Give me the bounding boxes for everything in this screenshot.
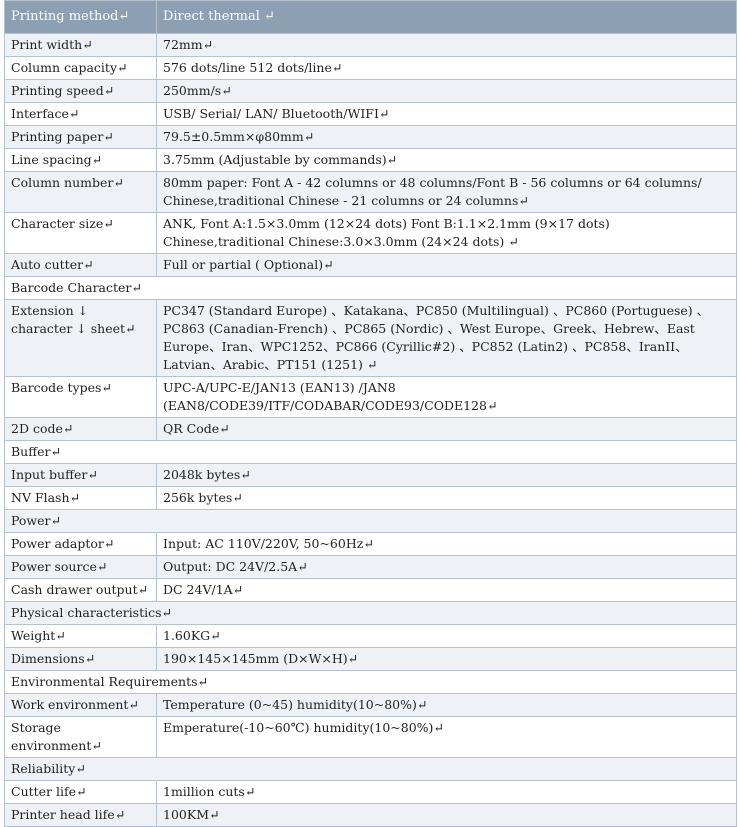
row-label: Weight↵ — [4, 624, 157, 648]
row-label: Cutter life↵ — [4, 780, 157, 804]
row-value: DC 24V/1A↵ — [156, 578, 737, 602]
row-value: PC347 (Standard Europe) 、Katakana、PC850 … — [156, 299, 737, 377]
spec-row: Cutter life↵ 1million cuts↵ — [4, 780, 737, 804]
row-value: 190×145×145mm (D×W×H)↵ — [156, 647, 737, 671]
section-row: Barcode Character↵ — [4, 276, 737, 300]
row-value: Full or partial ( Optional)↵ — [156, 253, 737, 277]
row-value: UPC-A/UPC-E/JAN13 (EAN13) /JAN8 (EAN8/CO… — [156, 376, 737, 418]
row-label: Print width↵ — [4, 33, 157, 57]
row-label: Character size↵ — [4, 212, 157, 254]
spec-row: Printing paper↵ 79.5±0.5mm×φ80mm↵ — [4, 125, 737, 149]
row-value: 576 dots/line 512 dots/line↵ — [156, 56, 737, 80]
spec-row: NV Flash↵ 256k bytes↵ — [4, 486, 737, 510]
row-label: Line spacing↵ — [4, 148, 157, 172]
row-label: Extension ↓ character ↓ sheet↵ — [4, 299, 157, 377]
row-label: Printing speed↵ — [4, 79, 157, 103]
row-value: Input: AC 110V/220V, 50~60Hz↵ — [156, 532, 737, 556]
section-row: Reliability↵ — [4, 757, 737, 781]
row-value: 256k bytes↵ — [156, 486, 737, 510]
row-value: Emperature(-10~60℃) humidity(10~80%)↵ — [156, 716, 737, 758]
header-label: Printing method↵ — [4, 0, 157, 34]
spec-row: Printer head life↵ 100KM↵ — [4, 803, 737, 827]
section-title: Physical characteristics↵ — [4, 601, 737, 625]
spec-row: 2D code↵ QR Code↵ — [4, 417, 737, 441]
row-label: Power adaptor↵ — [4, 532, 157, 556]
row-value: 1million cuts↵ — [156, 780, 737, 804]
row-label: Interface↵ — [4, 102, 157, 126]
row-value: 3.75mm (Adjustable by commands)↵ — [156, 148, 737, 172]
header-value: Direct thermal ↵ — [156, 0, 737, 34]
spec-row: Interface↵ USB/ Serial/ LAN/ Bluetooth/W… — [4, 102, 737, 126]
row-value: 79.5±0.5mm×φ80mm↵ — [156, 125, 737, 149]
spec-row: Column number↵ 80mm paper: Font A - 42 c… — [4, 171, 737, 213]
row-value: Temperature (0~45) humidity(10~80%)↵ — [156, 693, 737, 717]
section-title: Buffer↵ — [4, 440, 737, 464]
spec-row: Power adaptor↵ Input: AC 110V/220V, 50~6… — [4, 532, 737, 556]
row-value: USB/ Serial/ LAN/ Bluetooth/WIFI↵ — [156, 102, 737, 126]
row-value: 72mm↵ — [156, 33, 737, 57]
spec-row: Cash drawer output↵ DC 24V/1A↵ — [4, 578, 737, 602]
row-label: Barcode types↵ — [4, 376, 157, 418]
row-label: Auto cutter↵ — [4, 253, 157, 277]
header-row: Printing method↵ Direct thermal ↵ — [4, 0, 737, 34]
row-label: Column capacity↵ — [4, 56, 157, 80]
row-label: Cash drawer output↵ — [4, 578, 157, 602]
spec-row: Extension ↓ character ↓ sheet↵ PC347 (St… — [4, 299, 737, 377]
spec-row: Column capacity↵ 576 dots/line 512 dots/… — [4, 56, 737, 80]
spec-row: Printing speed↵ 250mm/s↵ — [4, 79, 737, 103]
spec-row: Storage environment↵ Emperature(-10~60℃)… — [4, 716, 737, 758]
spec-body: Print width↵ 72mm↵ Column capacity↵ 576 … — [4, 33, 737, 827]
spec-table: Printing method↵ Direct thermal ↵ Print … — [4, 0, 737, 827]
row-value: 250mm/s↵ — [156, 79, 737, 103]
section-title: Environmental Requirements↵ — [4, 670, 737, 694]
row-label: Work environment↵ — [4, 693, 157, 717]
row-label: Printing paper↵ — [4, 125, 157, 149]
spec-row: Print width↵ 72mm↵ — [4, 33, 737, 57]
spec-row: Character size↵ ANK, Font A:1.5×3.0mm (1… — [4, 212, 737, 254]
section-row: Power↵ — [4, 509, 737, 533]
row-label: Storage environment↵ — [4, 716, 157, 758]
row-label: Input buffer↵ — [4, 463, 157, 487]
section-row: Physical characteristics↵ — [4, 601, 737, 625]
row-label: Printer head life↵ — [4, 803, 157, 827]
section-title: Power↵ — [4, 509, 737, 533]
section-title: Barcode Character↵ — [4, 276, 737, 300]
row-value: 80mm paper: Font A - 42 columns or 48 co… — [156, 171, 737, 213]
row-value: Output: DC 24V/2.5A↵ — [156, 555, 737, 579]
row-label: NV Flash↵ — [4, 486, 157, 510]
spec-row: Barcode types↵ UPC-A/UPC-E/JAN13 (EAN13)… — [4, 376, 737, 418]
row-value: 2048k bytes↵ — [156, 463, 737, 487]
spec-row: Dimensions↵ 190×145×145mm (D×W×H)↵ — [4, 647, 737, 671]
row-label: Dimensions↵ — [4, 647, 157, 671]
spec-row: Line spacing↵ 3.75mm (Adjustable by comm… — [4, 148, 737, 172]
row-label: Power source↵ — [4, 555, 157, 579]
row-value: ANK, Font A:1.5×3.0mm (12×24 dots) Font … — [156, 212, 737, 254]
spec-row: Input buffer↵ 2048k bytes↵ — [4, 463, 737, 487]
section-title: Reliability↵ — [4, 757, 737, 781]
row-label: Column number↵ — [4, 171, 157, 213]
row-value: QR Code↵ — [156, 417, 737, 441]
spec-row: Weight↵ 1.60KG↵ — [4, 624, 737, 648]
spec-row: Auto cutter↵ Full or partial ( Optional)… — [4, 253, 737, 277]
section-row: Environmental Requirements↵ — [4, 670, 737, 694]
row-value: 100KM↵ — [156, 803, 737, 827]
spec-row: Power source↵ Output: DC 24V/2.5A↵ — [4, 555, 737, 579]
section-row: Buffer↵ — [4, 440, 737, 464]
spec-row: Work environment↵ Temperature (0~45) hum… — [4, 693, 737, 717]
row-label: 2D code↵ — [4, 417, 157, 441]
row-value: 1.60KG↵ — [156, 624, 737, 648]
